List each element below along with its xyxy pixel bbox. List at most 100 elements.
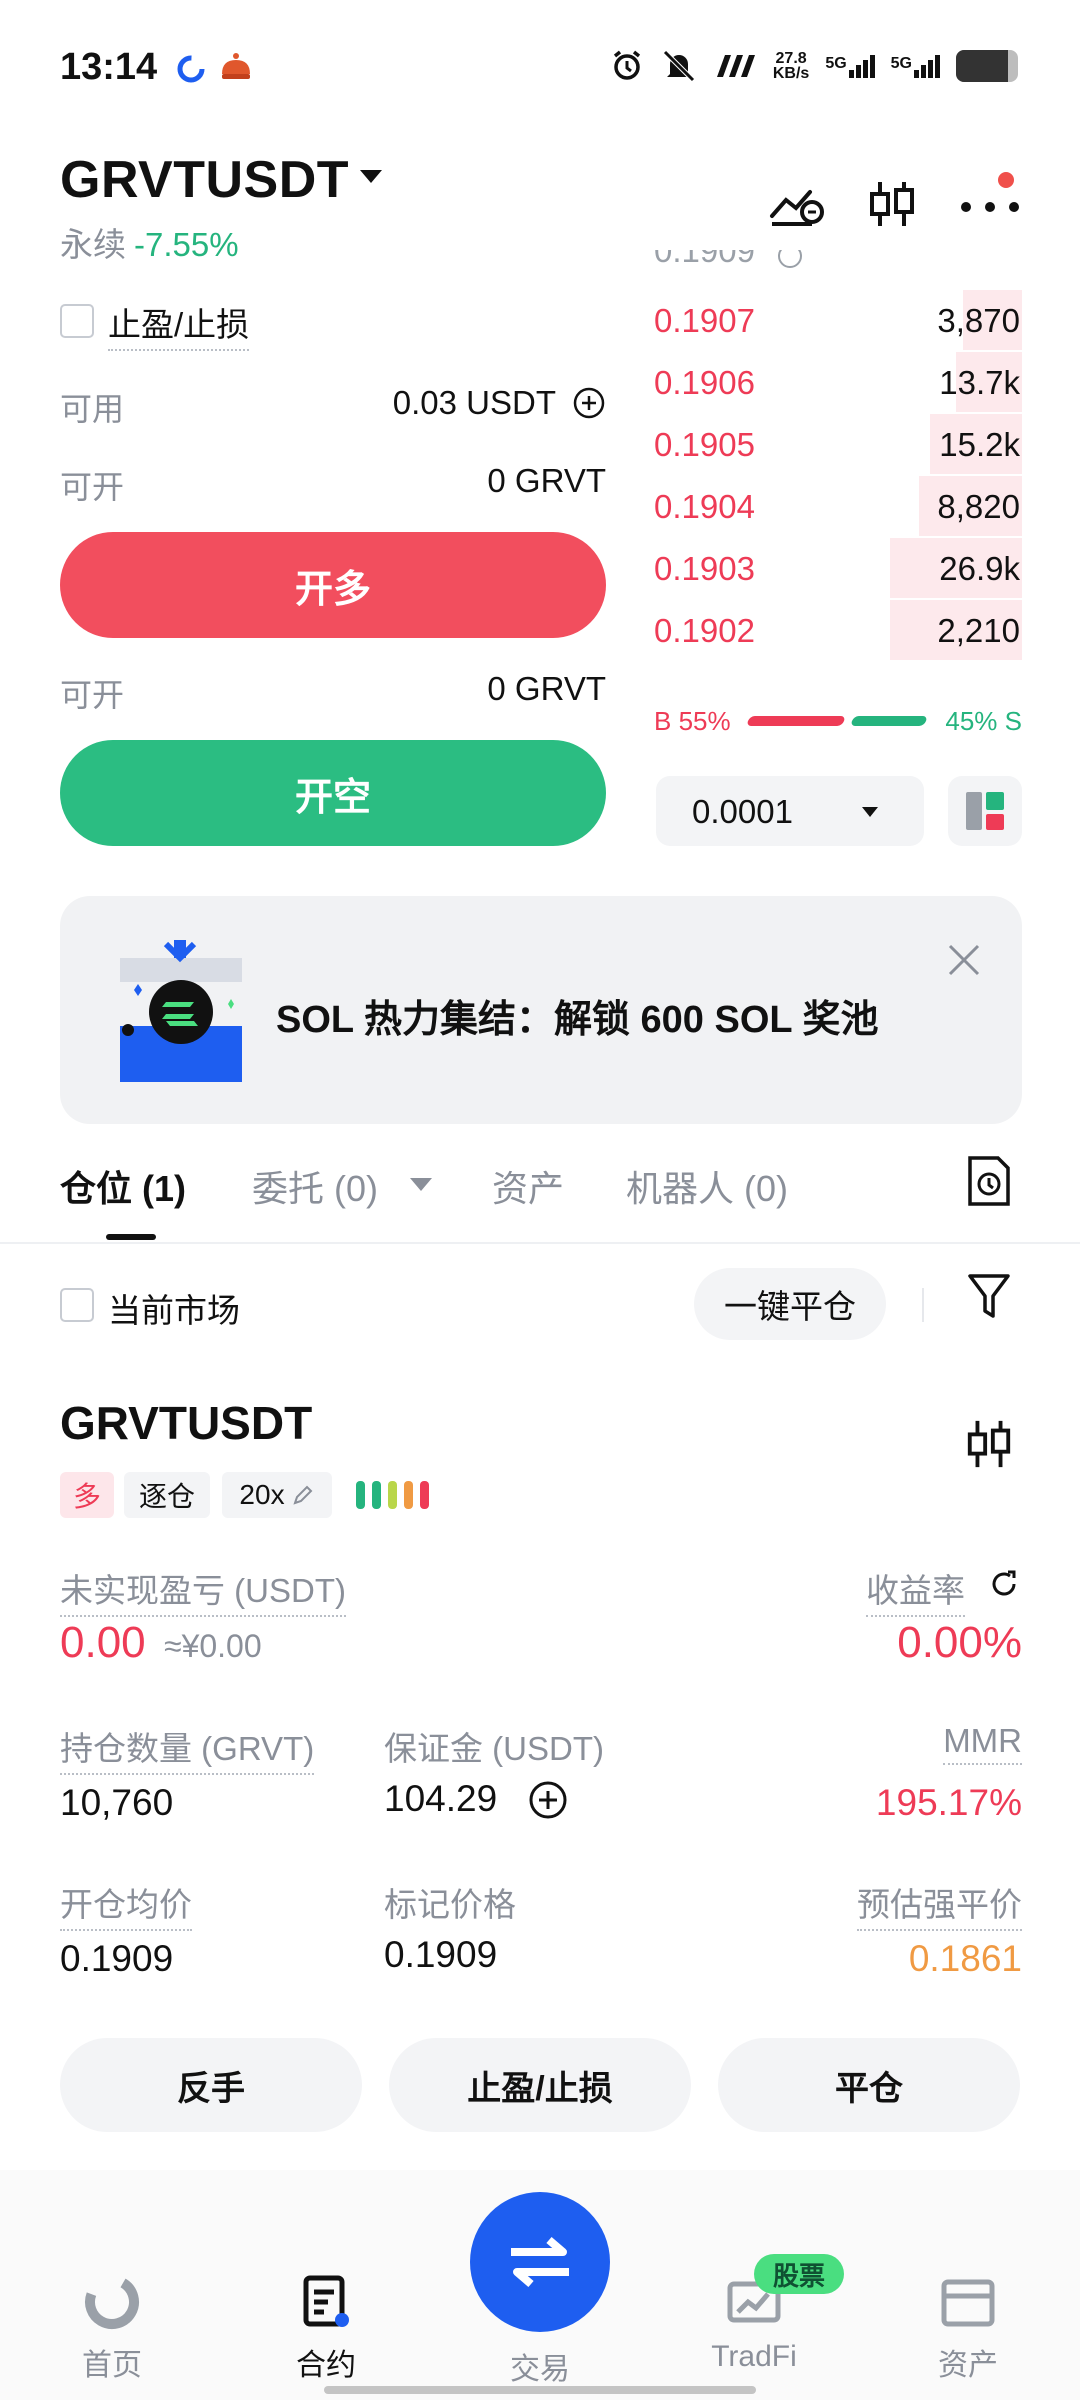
tab-assets[interactable]: 资产 — [492, 1160, 564, 1212]
can-open-long-value: 0 GRVT — [487, 462, 606, 499]
candlestick-chart-icon[interactable] — [964, 1416, 1014, 1477]
entry-price-value: 0.1909 — [60, 1938, 174, 1979]
pair-title[interactable]: GRVTUSDT — [60, 150, 349, 210]
ask-qty: 8,820 — [937, 488, 1020, 525]
pair-subtitle: 永续 -7.55% — [60, 218, 239, 266]
orderbook-row[interactable]: 0.1905 15.2k — [654, 414, 1022, 476]
orderbook-row[interactable]: 0.1906 13.7k — [654, 352, 1022, 414]
mark-price-label: 标记价格 — [384, 1886, 516, 1923]
ask-price: 0.1905 — [654, 426, 755, 463]
tick-size-select[interactable]: 0.0001 — [656, 776, 924, 846]
price-alert-icon[interactable] — [768, 178, 828, 230]
nav-assets-label: 资产 — [938, 2349, 998, 2382]
candlestick-chart-icon[interactable] — [866, 178, 926, 230]
tab-active-indicator — [106, 1234, 156, 1240]
can-open-short-label: 可开 — [60, 677, 125, 713]
nav-futures-label: 合约 — [296, 2349, 356, 2382]
tab-positions[interactable]: 仓位 (1) — [60, 1160, 186, 1212]
mmr-label: MMR — [943, 1722, 1022, 1765]
risk-bar-1 — [356, 1481, 365, 1509]
nav-futures[interactable]: 合约 — [256, 2272, 396, 2384]
tab-orders[interactable]: 委托 (0) — [252, 1160, 378, 1212]
current-market-label[interactable]: 当前市场 — [108, 1284, 240, 1332]
tp-sl-checkbox[interactable] — [60, 304, 94, 338]
leverage-value: 20x — [239, 1479, 285, 1510]
promo-banner[interactable]: SOL 热力集结：解锁 600 SOL 奖池 — [60, 896, 1022, 1124]
divider — [922, 1288, 924, 1322]
share-icon[interactable] — [988, 1568, 1020, 1605]
liq-price-label: 预估强平价 — [857, 1878, 1022, 1931]
filter-icon[interactable] — [966, 1272, 1012, 1327]
ask-price: 0.1906 — [654, 364, 755, 401]
ask-qty: 13.7k — [939, 364, 1020, 401]
wallet-icon — [938, 2272, 998, 2332]
tab-bots[interactable]: 机器人 (0) — [626, 1160, 788, 1212]
risk-bar-4 — [404, 1481, 413, 1509]
margin-label: 保证金 (USDT) — [384, 1730, 604, 1767]
orderbook-layout-icon[interactable] — [948, 776, 1022, 846]
price-change: -7.55% — [134, 226, 239, 263]
edit-icon — [292, 1485, 312, 1505]
ask-qty: 2,210 — [937, 612, 1020, 649]
history-icon[interactable] — [966, 1154, 1012, 1213]
divider — [0, 1242, 1080, 1244]
orderbook-row[interactable]: 0.1902 2,210 — [654, 600, 1022, 662]
leverage-badge[interactable]: 20x — [222, 1472, 332, 1518]
close-position-button[interactable]: 平仓 — [718, 2038, 1020, 2132]
ask-qty: 26.9k — [939, 550, 1020, 587]
open-long-button[interactable]: 开多 — [60, 532, 606, 638]
banner-text: SOL 热力集结：解锁 600 SOL 奖池 — [276, 999, 879, 1041]
buy-ratio-bar — [746, 716, 846, 726]
app-notification-icon-2 — [218, 50, 254, 91]
top-partial-price: 0.1909 — [654, 250, 755, 269]
battery-icon — [956, 50, 1018, 82]
nfc-icon — [716, 55, 755, 77]
ask-price: 0.1907 — [654, 302, 755, 339]
tp-sl-label[interactable]: 止盈/止损 — [108, 298, 250, 351]
nav-home-label: 首页 — [82, 2349, 142, 2382]
orders-dropdown-icon[interactable] — [410, 1178, 432, 1191]
orderbook-row[interactable]: 0.1903 26.9k — [654, 538, 1022, 600]
add-margin-icon[interactable] — [528, 1780, 568, 1825]
home-indicator[interactable] — [324, 2386, 756, 2394]
trade-button[interactable] — [470, 2192, 610, 2332]
nav-trade-label[interactable]: 交易 — [470, 2344, 610, 2388]
signal-sim1: 5G — [825, 54, 875, 78]
chevron-down-icon — [862, 807, 878, 817]
add-funds-icon[interactable] — [572, 386, 606, 425]
orderbook-row[interactable]: 0.1904 8,820 — [654, 476, 1022, 538]
swap-icon — [511, 2236, 569, 2288]
status-icons: 27.8 KB/s 5G 5G — [609, 48, 1018, 84]
risk-bar-5 — [420, 1481, 429, 1509]
tp-sl-button[interactable]: 止盈/止损 — [389, 2038, 691, 2132]
close-icon[interactable] — [944, 940, 984, 980]
buy-ratio: B 55% — [654, 706, 731, 736]
net-speed: 27.8 KB/s — [772, 50, 810, 82]
more-menu-icon[interactable] — [960, 200, 1020, 218]
reverse-button[interactable]: 反手 — [60, 2038, 362, 2132]
current-market-checkbox[interactable] — [60, 1288, 94, 1322]
ask-qty: 15.2k — [939, 426, 1020, 463]
unrealized-pnl-value: 0.00 — [60, 1618, 146, 1667]
nav-home[interactable]: 首页 — [42, 2272, 182, 2384]
close-all-button[interactable]: 一键平仓 — [694, 1268, 886, 1340]
nav-assets[interactable]: 资产 — [898, 2272, 1038, 2384]
ask-price: 0.1902 — [654, 612, 755, 649]
home-icon — [82, 2272, 142, 2332]
app-notification-icon — [176, 54, 206, 89]
can-open-short-value: 0 GRVT — [487, 670, 606, 707]
open-short-button[interactable]: 开空 — [60, 740, 606, 846]
liq-price-value: 0.1861 — [908, 1938, 1022, 1979]
position-pair[interactable]: GRVTUSDT — [60, 1396, 312, 1450]
nav-tradfi-label: TradFi — [711, 2340, 797, 2373]
mmr-value: 195.17% — [875, 1782, 1022, 1823]
ask-price: 0.1904 — [654, 488, 755, 525]
ask-price: 0.1903 — [654, 550, 755, 587]
roe-value: 0.00% — [897, 1618, 1022, 1667]
signal-sim2: 5G — [891, 54, 940, 78]
pair-dropdown-icon[interactable] — [360, 170, 382, 183]
sell-ratio: 45% S — [945, 706, 1022, 736]
orderbook-row[interactable]: 0.1907 3,870 — [654, 290, 1022, 352]
available-value: 0.03 USDT — [392, 384, 556, 421]
available-label: 可用 — [60, 391, 125, 427]
